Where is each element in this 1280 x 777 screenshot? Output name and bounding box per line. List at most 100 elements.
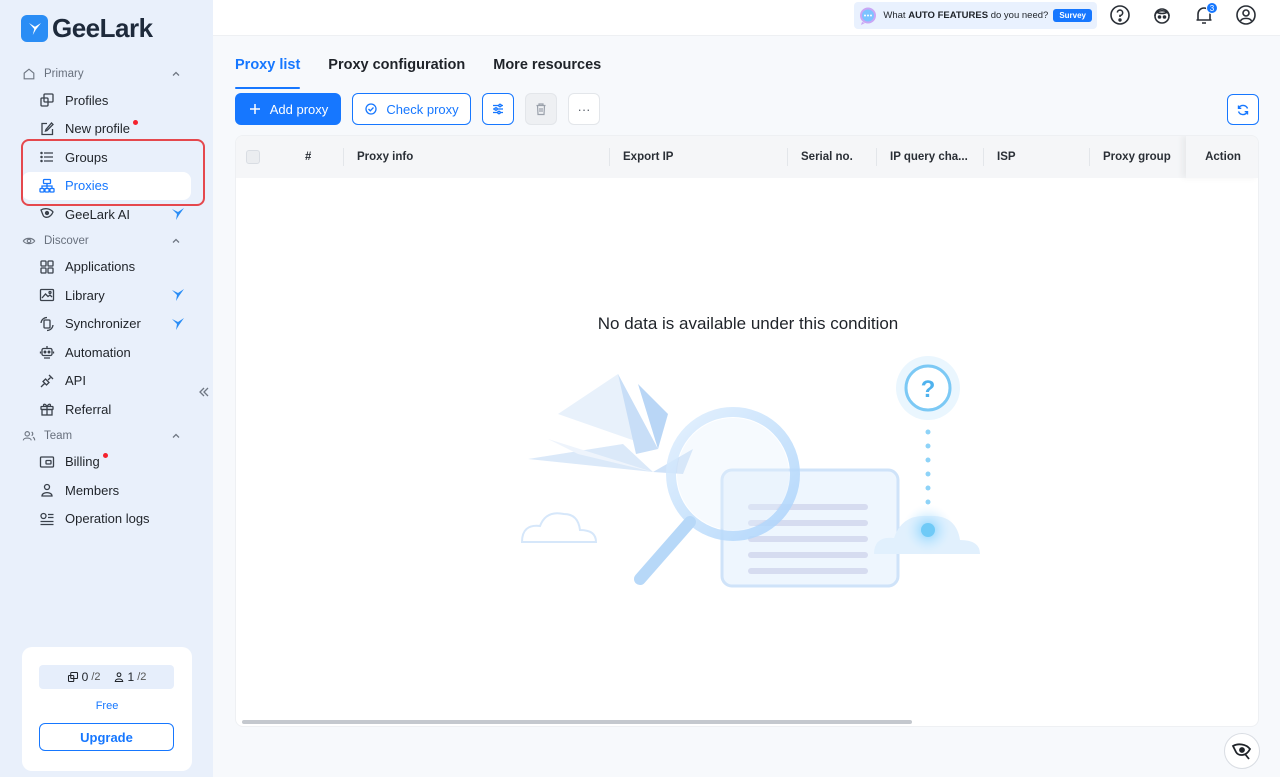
billing-icon <box>39 456 55 468</box>
profiles-icon <box>40 93 54 107</box>
profile-quota: 0/2 <box>67 670 101 684</box>
grid-icon <box>40 260 54 274</box>
sidebar-item-label: API <box>65 373 86 389</box>
assistant-float-button[interactable] <box>1224 733 1260 769</box>
toolbar: Add proxy Check proxy ··· <box>235 93 600 125</box>
sidebar-item-referral[interactable]: Referral <box>22 395 191 424</box>
sidebar-item-applications[interactable]: Applications <box>22 253 191 282</box>
empty-state-message: No data is available under this conditio… <box>597 314 899 333</box>
notification-count-badge: 3 <box>1206 2 1218 14</box>
empty-state-illustration: ? <box>520 356 980 588</box>
sidebar-item-synchronizer[interactable]: Synchronizer <box>22 310 191 339</box>
delete-button[interactable] <box>525 93 557 125</box>
person-icon <box>41 484 53 497</box>
home-icon <box>23 68 35 80</box>
column-header-serial-no[interactable]: Serial no. <box>787 136 876 178</box>
more-actions-button[interactable]: ··· <box>568 93 600 125</box>
sidebar-item-profiles[interactable]: Profiles <box>22 86 191 115</box>
section-label: Team <box>44 429 73 442</box>
sidebar-item-library[interactable]: Library <box>22 281 191 310</box>
geelark-logo-icon <box>21 15 48 42</box>
refresh-icon <box>1237 104 1249 115</box>
collapse-sidebar-icon[interactable] <box>197 385 211 399</box>
column-header-action: Action <box>1186 136 1258 178</box>
tab-more-resources[interactable]: More resources <box>493 57 601 81</box>
add-proxy-label: Add proxy <box>269 101 329 117</box>
check-proxy-icon <box>365 103 378 115</box>
select-all-checkbox[interactable] <box>246 150 260 164</box>
refresh-button[interactable] <box>1227 94 1259 125</box>
sidebar-item-members[interactable]: Members <box>22 476 191 505</box>
logo[interactable]: GeeLark <box>21 13 153 44</box>
profiles-icon <box>67 671 78 683</box>
sync-icon <box>40 316 54 331</box>
chevron-up-icon <box>172 433 180 438</box>
eye-icon <box>22 237 36 244</box>
survey-banner[interactable]: What AUTO FEATURES do you need? Survey <box>854 2 1097 29</box>
new-feature-icon <box>172 317 184 330</box>
column-header-ip-query-channel[interactable]: IP query cha... <box>876 136 983 178</box>
survey-prefix: What <box>883 10 909 21</box>
sidebar-item-api[interactable]: API <box>22 367 191 396</box>
notifications[interactable]: 3 <box>1193 2 1218 26</box>
section-primary[interactable]: Primary <box>0 62 213 86</box>
plan-name: Free <box>95 700 119 712</box>
members-used: 1 <box>127 670 135 684</box>
section-discover[interactable]: Discover <box>0 229 213 253</box>
chat-bubble-icon <box>860 7 877 25</box>
edit-icon <box>41 121 54 135</box>
column-label: Export IP <box>623 151 674 163</box>
profiles-used: 0 <box>81 670 89 684</box>
sidebar-item-proxies[interactable]: Proxies <box>22 171 191 200</box>
support-agent-icon[interactable] <box>1151 4 1173 26</box>
sidebar-nav: Primary Profiles New profile Groups Prox… <box>0 62 213 533</box>
user-avatar-icon[interactable] <box>1235 4 1257 26</box>
sidebar-item-label: Applications <box>65 259 136 275</box>
ai-icon <box>40 208 54 219</box>
sidebar-item-groups[interactable]: Groups <box>22 143 191 172</box>
column-header-proxy-group[interactable]: Proxy group <box>1089 136 1186 178</box>
check-proxy-label: Check proxy <box>386 101 459 117</box>
sidebar: GeeLark Primary Profiles New profile Gro… <box>0 0 213 777</box>
main-tabs: Proxy list Proxy configuration More reso… <box>235 57 601 89</box>
column-header-isp[interactable]: ISP <box>983 136 1089 178</box>
geelark-bird-icon <box>1231 743 1252 760</box>
section-team[interactable]: Team <box>0 424 213 448</box>
check-proxy-button[interactable]: Check proxy <box>352 93 471 125</box>
sidebar-item-label: Synchronizer <box>65 316 141 332</box>
proxies-icon <box>39 178 55 193</box>
section-label: Primary <box>44 68 84 80</box>
column-label: Proxy info <box>357 151 414 163</box>
api-icon <box>40 374 54 388</box>
column-label: IP query cha... <box>890 151 968 163</box>
list-icon <box>40 152 53 163</box>
column-label: Action <box>1205 151 1241 163</box>
column-header-proxy-info[interactable]: Proxy info <box>343 136 609 178</box>
chevron-up-icon <box>172 71 180 76</box>
svg-text:?: ? <box>921 376 936 403</box>
team-icon <box>22 430 36 441</box>
sidebar-item-label: Billing <box>65 454 100 470</box>
tab-proxy-configuration[interactable]: Proxy configuration <box>328 57 465 81</box>
logs-icon <box>40 512 54 525</box>
members-total: /2 <box>137 671 147 683</box>
notification-dot <box>102 453 108 459</box>
sidebar-item-label: Operation logs <box>65 511 150 527</box>
sidebar-item-label: Automation <box>65 344 131 360</box>
sidebar-item-automation[interactable]: Automation <box>22 338 191 367</box>
column-label: Serial no. <box>801 151 853 163</box>
sidebar-item-billing[interactable]: Billing <box>22 448 191 477</box>
tab-proxy-list[interactable]: Proxy list <box>235 57 301 89</box>
sidebar-item-geelark-ai[interactable]: GeeLark AI <box>22 200 191 229</box>
upgrade-button[interactable]: Upgrade <box>39 723 174 751</box>
sidebar-item-operation-logs[interactable]: Operation logs <box>22 505 191 534</box>
sidebar-item-new-profile[interactable]: New profile <box>22 115 191 144</box>
survey-button[interactable]: Survey <box>1053 9 1092 22</box>
horizontal-scrollbar[interactable] <box>242 720 912 724</box>
column-header-export-ip[interactable]: Export IP <box>609 136 787 178</box>
survey-text: What AUTO FEATURES do you need? <box>883 10 1048 21</box>
add-proxy-button[interactable]: Add proxy <box>235 93 341 125</box>
filter-button[interactable] <box>482 93 514 125</box>
help-icon[interactable] <box>1109 4 1131 26</box>
sidebar-item-label: Members <box>65 482 120 498</box>
